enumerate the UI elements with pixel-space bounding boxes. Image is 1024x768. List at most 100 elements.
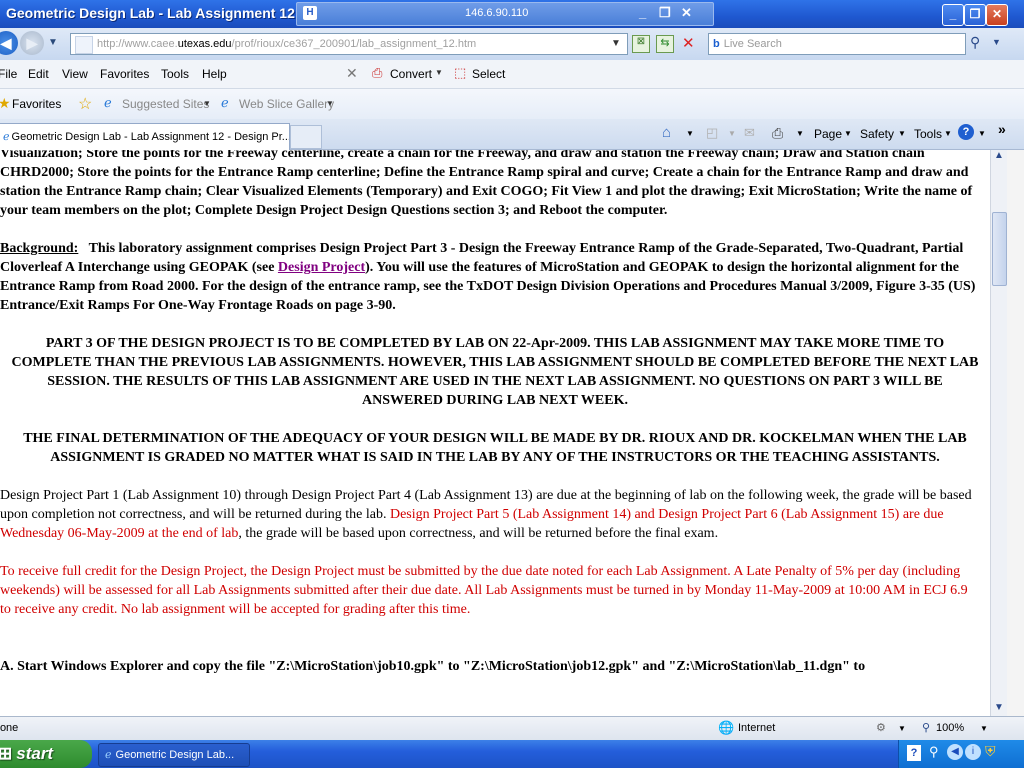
tools-menu[interactable]: Tools <box>914 127 942 141</box>
credit-paragraph: To receive full credit for the Design Pr… <box>0 564 968 617</box>
address-toolbar: ◀ ▶ ▼ http://www.caee.utexas.edu/prof/ri… <box>0 28 1024 60</box>
page-dropdown[interactable]: ▼ <box>844 129 852 138</box>
title-bar: Geometric Design Lab - Lab Assignment 12… <box>0 0 1024 28</box>
tools-dropdown[interactable]: ▼ <box>944 129 952 138</box>
zoom-icon[interactable]: ⚲ <box>922 721 930 734</box>
search-placeholder: Live Search <box>723 38 782 50</box>
home-dropdown[interactable]: ▼ <box>686 129 694 138</box>
compatibility-icon[interactable]: ⊠ <box>632 35 650 53</box>
tab-ie-icon: ℯ <box>3 131 10 143</box>
menu-bar: File Edit View Favorites Tools Help ✕ ⎙ … <box>0 60 1024 89</box>
due-text-3: , the grade will be based upon correctne… <box>238 526 719 541</box>
favorites-button[interactable]: Favorites <box>12 97 61 111</box>
url-domain: utexas.edu <box>177 38 232 50</box>
feeds-icon[interactable]: ◰ <box>706 125 718 141</box>
close-toolbar-icon[interactable]: ✕ <box>346 65 358 82</box>
convert-button[interactable]: Convert <box>390 67 432 81</box>
help-icon[interactable]: ? <box>958 124 974 140</box>
home-icon[interactable]: ⌂ <box>662 124 671 141</box>
intro-paragraph: Visualization; Store the points for the … <box>0 150 973 218</box>
stop-icon[interactable]: ✕ <box>682 34 695 52</box>
suggested-sites-dropdown[interactable]: ▼ <box>203 99 211 108</box>
protected-mode-dropdown[interactable]: ▼ <box>898 724 906 733</box>
search-input[interactable]: b Live Search <box>708 33 966 55</box>
pin-icon[interactable]: H <box>303 6 317 20</box>
restore-remote-icon[interactable]: ❐ <box>659 5 671 21</box>
globe-icon: 🌐 <box>718 720 735 735</box>
chevron-more-icon[interactable]: » <box>998 121 1006 137</box>
back-tray-icon[interactable]: ◀ <box>947 744 963 760</box>
menu-tools[interactable]: Tools <box>161 67 189 81</box>
refresh-icon[interactable]: ⇆ <box>656 35 674 53</box>
webslice-icon: ℯ <box>221 95 229 110</box>
menu-file[interactable]: File <box>0 67 17 81</box>
minimize-button[interactable]: _ <box>942 4 964 26</box>
address-dropdown-icon[interactable]: ▼ <box>611 34 621 54</box>
security-zone: Internet <box>738 722 776 734</box>
maximize-button[interactable]: ❐ <box>964 4 986 26</box>
favorites-star-icon: ★ <box>0 95 11 111</box>
zoom-level[interactable]: 100% <box>936 722 964 734</box>
scroll-up-icon[interactable]: ▲ <box>994 150 1004 161</box>
bing-icon: b <box>713 38 720 50</box>
recent-pages-dropdown[interactable]: ▼ <box>48 37 58 48</box>
background-paragraph: Background: This laboratory assignment c… <box>0 239 990 315</box>
print-icon[interactable]: ⎙ <box>772 125 783 142</box>
ie-icon: ℯ <box>104 95 112 110</box>
zoom-dropdown[interactable]: ▼ <box>980 724 988 733</box>
start-button[interactable]: ⊞ start <box>0 740 92 768</box>
search-options-dropdown[interactable]: ▼ <box>992 37 1001 47</box>
scroll-down-icon[interactable]: ▼ <box>994 702 1004 713</box>
menu-edit[interactable]: Edit <box>28 67 49 81</box>
select-icon: ⬚ <box>454 65 467 80</box>
url-suffix: /prof/rioux/ce367_200901/lab_assignment_… <box>231 38 477 50</box>
feeds-dropdown[interactable]: ▼ <box>728 129 736 138</box>
page-icon <box>75 36 93 54</box>
help-dropdown[interactable]: ▼ <box>978 129 986 138</box>
system-tray: ? ⚲ ◀ i ⛨ <box>898 740 1024 768</box>
back-button[interactable]: ◀ <box>0 31 18 55</box>
favorites-bar: ★ Favorites ☆ ℯ Suggested Sites ▼ ℯ Web … <box>0 89 1024 120</box>
tab-label: Geometric Design Lab - Lab Assignment 12… <box>11 131 290 143</box>
completion-notice: PART 3 OF THE DESIGN PROJECT IS TO BE CO… <box>11 336 979 408</box>
print-dropdown[interactable]: ▼ <box>796 129 804 138</box>
network-tray-icon[interactable]: ⚲ <box>929 744 939 760</box>
forward-button[interactable]: ▶ <box>20 31 44 55</box>
address-input[interactable]: http://www.caee.utexas.edu/prof/rioux/ce… <box>70 33 628 55</box>
convert-dropdown-icon[interactable]: ▼ <box>435 68 443 77</box>
step-a: A. Start Windows Explorer and copy the f… <box>0 659 866 674</box>
design-project-link[interactable]: Design Project <box>278 260 365 275</box>
search-icon[interactable]: ⚲ <box>970 34 980 51</box>
web-slice-dropdown[interactable]: ▼ <box>326 99 334 108</box>
start-label: start <box>16 744 54 763</box>
tab-geometric-design-lab[interactable]: ℯ Geometric Design Lab - Lab Assignment 1… <box>0 123 290 150</box>
close-remote-icon[interactable]: ✕ <box>681 5 692 21</box>
protected-mode-icon[interactable]: ⚙ <box>876 721 886 734</box>
add-favorite-icon[interactable]: ☆ <box>78 94 92 114</box>
menu-help[interactable]: Help <box>202 67 227 81</box>
taskbar-item-ie[interactable]: ℯ Geometric Design Lab... <box>98 743 250 767</box>
help-tray-icon[interactable]: ? <box>907 745 921 761</box>
background-label: Background: <box>0 241 79 256</box>
shield-tray-icon[interactable]: ⛨ <box>985 743 996 760</box>
scrollbar-thumb[interactable] <box>992 212 1007 286</box>
due-paragraph: Design Project Part 1 (Lab Assignment 10… <box>0 486 990 543</box>
remote-ip: 146.6.90.110 <box>465 7 529 19</box>
taskbar: ⊞ start ℯ Geometric Design Lab... ? ⚲ ◀ i … <box>0 740 1024 768</box>
suggested-sites-link[interactable]: Suggested Sites <box>122 97 209 111</box>
remote-desktop-bar[interactable]: H 146.6.90.110 _ ❐ ✕ <box>296 2 714 26</box>
safety-menu[interactable]: Safety <box>860 127 894 141</box>
web-slice-gallery-link[interactable]: Web Slice Gallery <box>239 97 334 111</box>
minimize-remote-icon[interactable]: _ <box>639 5 646 20</box>
info-tray-icon[interactable]: i <box>965 744 981 760</box>
select-button[interactable]: Select <box>472 67 505 81</box>
mail-icon[interactable]: ✉ <box>744 125 755 141</box>
safety-dropdown[interactable]: ▼ <box>898 129 906 138</box>
menu-favorites[interactable]: Favorites <box>100 67 149 81</box>
close-button[interactable]: ✕ <box>986 4 1008 26</box>
menu-view[interactable]: View <box>62 67 88 81</box>
convert-icon: ⎙ <box>372 65 383 80</box>
page-content: Visualization; Store the points for the … <box>0 150 990 716</box>
page-menu[interactable]: Page <box>814 127 842 141</box>
new-tab-button[interactable] <box>290 125 322 149</box>
